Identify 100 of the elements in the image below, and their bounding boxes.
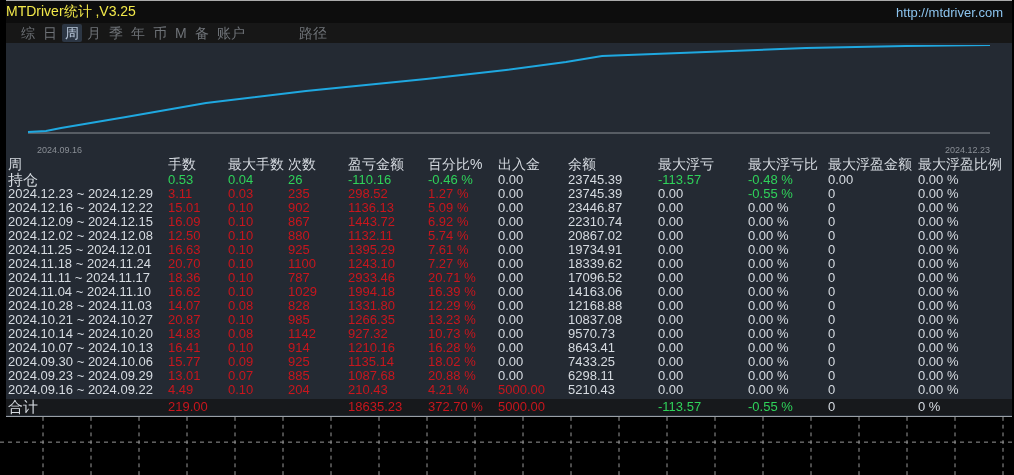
tab[interactable]: 综 xyxy=(18,24,38,42)
row-label: 持仓 xyxy=(8,172,39,187)
table-cell-text: 0 xyxy=(828,327,837,341)
table-cell-text: 0 xyxy=(828,187,837,201)
table-cell-text: 0.00 % xyxy=(918,172,960,187)
table-cell-text: 16.28 % xyxy=(428,341,477,355)
table-cell-text: 0 xyxy=(828,400,837,414)
table-cell-text: 927.32 xyxy=(348,327,389,341)
table-cell-text: 0.00 xyxy=(658,341,685,355)
table-cell-text: 0 xyxy=(828,215,837,229)
table-cell-text: -0.46 % xyxy=(428,172,474,187)
table-cell-text: 0.00 % xyxy=(748,341,790,355)
table-cell-text: 1136.13 xyxy=(348,201,396,215)
table-cell-text: 1135.14 xyxy=(348,355,396,369)
row-label: 2024.12.16 ~ 2024.12.22 xyxy=(8,201,154,215)
tab[interactable]: 路径 xyxy=(295,24,330,42)
table-cell-text: 0.10 xyxy=(228,271,255,285)
tab[interactable]: M xyxy=(172,24,190,42)
website-link[interactable]: http://mtdriver.com xyxy=(896,4,1003,20)
table-cell-text: 985 xyxy=(288,313,311,327)
table-cell-text: 0.10 xyxy=(228,201,255,215)
table-cell-text: 18.02 % xyxy=(428,355,477,369)
table-cell-text: 0.10 xyxy=(228,215,255,229)
table-cell-text: 204 xyxy=(288,383,311,397)
table-cell-text: 1443.72 xyxy=(348,215,396,229)
table-cell-text: 14.83 xyxy=(168,327,202,341)
table-cell-text: -0.55 % xyxy=(748,400,794,414)
table-cell-text: 22310.74 xyxy=(568,215,624,229)
table-cell-text: 885 xyxy=(288,369,311,383)
table-cell-text: 0 xyxy=(828,285,837,299)
table-cell-text: 16.63 xyxy=(168,243,202,257)
table-cell-text: 828 xyxy=(288,299,311,313)
table-cell-text: 0.00 xyxy=(498,271,525,285)
table-cell-text: 0 % xyxy=(918,400,942,414)
table-cell-text: 0.00 xyxy=(658,383,685,397)
table-cell-text: 20.88 % xyxy=(428,369,477,383)
table-cell-text: 1100 xyxy=(288,257,317,271)
table-cell-text: 20.87 xyxy=(168,313,202,327)
table-cell-text: 0.08 xyxy=(228,299,255,313)
table-cell-text: 219.00 xyxy=(168,400,209,414)
table-cell-text: 1395.29 xyxy=(348,243,396,257)
table-cell-text: 0.00 % xyxy=(918,201,960,215)
table-cell-text: 0.00 % xyxy=(918,383,960,397)
table-cell-text: 0.00 % xyxy=(748,355,790,369)
table-cell-text: 0.00 xyxy=(498,369,525,383)
table-cell-text: 0.00 xyxy=(498,172,525,187)
row-label: 2024.12.23 ~ 2024.12.29 xyxy=(8,187,154,201)
tab[interactable]: 备 xyxy=(191,24,212,42)
table-cell-text: 0.00 % xyxy=(748,285,790,299)
table-cell-text: 20.70 xyxy=(168,257,202,271)
table-cell-text: 19734.91 xyxy=(568,243,624,257)
table-cell-text: 13.23 % xyxy=(428,313,477,327)
table-cell-text: 0.00 % xyxy=(748,383,790,397)
tab[interactable]: 年 xyxy=(128,24,148,42)
table-cell-text: 0.00 xyxy=(658,355,685,369)
table-cell-text: 0.00 % xyxy=(918,243,960,257)
table-cell-text: 0 xyxy=(828,243,837,257)
table-cell-text: 0.00 xyxy=(658,215,685,229)
table-cell-text: 0.00 xyxy=(658,243,685,257)
table-cell-text: 0.00 xyxy=(658,271,685,285)
table-cell-text: 18339.62 xyxy=(568,257,624,271)
table-cell-text: 0.00 % xyxy=(748,369,790,383)
table-cell-text: 372.70 % xyxy=(428,400,484,414)
table-cell-text: 0.10 xyxy=(228,243,255,257)
table-cell-text: 0.00 % xyxy=(918,327,960,341)
table-cell-text: 10837.08 xyxy=(568,313,624,327)
row-label: 合计 xyxy=(8,400,39,414)
row-label: 2024.10.07 ~ 2024.10.13 xyxy=(8,341,154,355)
tab[interactable]: 日 xyxy=(40,24,60,42)
table-cell-text: 0.00 xyxy=(828,172,855,187)
table-cell-text: 0.00 % xyxy=(748,299,790,313)
tab[interactable]: 季 xyxy=(106,24,126,42)
table-cell-text: 6.92 % xyxy=(428,215,470,229)
axis-date-label: 2024.12.23 xyxy=(944,145,990,156)
table-cell-text: 0 xyxy=(828,201,837,215)
tab[interactable]: 账户 xyxy=(213,24,248,42)
table-cell-text: 0.00 % xyxy=(748,313,790,327)
axis-date-label: 2024.09.16 xyxy=(37,145,83,156)
table-cell-text: 1132.11 xyxy=(348,229,395,243)
table-cell-text: 4.21 % xyxy=(428,383,470,397)
table-cell-text: 0.00 xyxy=(658,299,685,313)
table-cell-text: 0.00 % xyxy=(918,257,960,271)
table-cell-text: 210.43 xyxy=(348,383,389,397)
tab[interactable]: 币 xyxy=(150,24,170,42)
table-cell-text: 14.07 xyxy=(168,299,202,313)
column-header: 最大浮盈比例 xyxy=(918,156,1003,172)
table-cell-text: 0.00 % xyxy=(748,271,790,285)
table-cell-text: -0.55 % xyxy=(748,187,794,201)
tab[interactable]: 月 xyxy=(84,24,104,42)
table-cell-text: -0.48 % xyxy=(748,172,794,187)
table-cell-text: -110.16 xyxy=(348,172,393,187)
table-cell-text: 0.00 xyxy=(658,187,685,201)
tab[interactable]: 周 xyxy=(62,24,82,42)
table-cell-text: 7.27 % xyxy=(428,257,470,271)
table-cell-text: -113.57 xyxy=(658,172,703,187)
table-cell-text: 0.00 % xyxy=(918,299,960,313)
table-cell-text: 0.00 % xyxy=(918,285,960,299)
table-cell-text: 0.00 xyxy=(498,243,525,257)
table-cell-text: 26 xyxy=(288,172,304,187)
table-cell-text: 3.11 xyxy=(168,187,194,201)
